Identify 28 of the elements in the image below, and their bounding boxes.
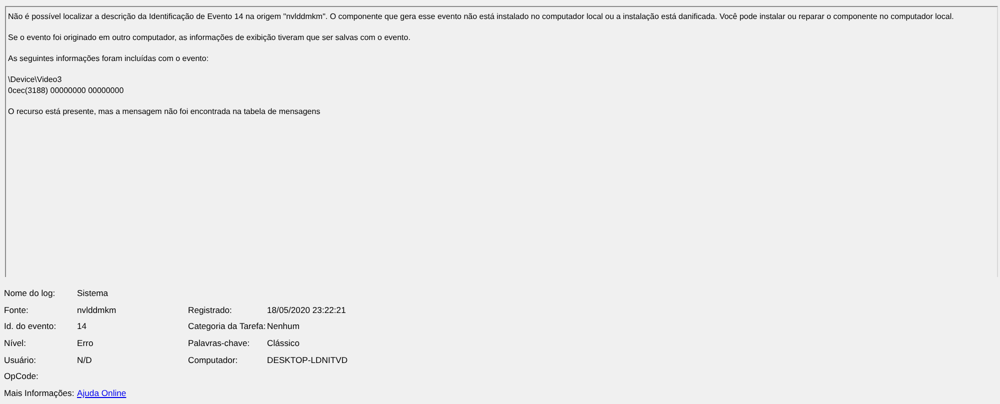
field-label: Categoria da Tarefa: <box>188 321 267 332</box>
field-value: Erro <box>77 338 94 348</box>
description-text: 0cec(3188) 00000000 00000000 <box>8 86 124 96</box>
field-label: Registrado: <box>188 304 233 315</box>
field-value: nvlddmkm <box>77 304 118 315</box>
description-text: Se o evento foi originado em outro computador, as informações de exibição tiveram que ser salvas com o evento. <box>8 33 410 44</box>
description-text: Não é possível localizar a descrição da Identificação de Evento 14 na origem "nvlddmkm". O componente que gera esse evento não está instalado no computador local ou a instalação está danificada. Você pode instalar ou reparar o componente no computador local. <box>8 12 954 22</box>
description-text: \Device\Video3 <box>8 75 62 86</box>
field-label: Fonte: <box>4 304 30 315</box>
field-value: 18/05/2020 23:22:21 <box>267 304 346 315</box>
field-label: Nível: <box>4 338 27 348</box>
field-label: Palavras-chave: <box>188 338 251 348</box>
field-value: N/D <box>77 354 93 365</box>
field-label: Mais Informações: <box>4 388 76 398</box>
field-value: DESKTOP-LDNITVD <box>267 354 348 365</box>
online-help-link[interactable]: Ajuda Online <box>77 388 126 398</box>
description-text: O recurso está presente, mas a mensagem não foi encontrada na tabela de mensagens <box>8 106 320 117</box>
field-value: Nenhum <box>267 321 300 332</box>
field-label: Nome do log: <box>4 288 56 298</box>
field-value: Sistema <box>77 288 110 298</box>
field-value: Clássico <box>267 338 300 348</box>
field-label: Id. do evento: <box>4 321 58 332</box>
field-label: Usuário: <box>4 354 37 365</box>
description-text: As seguintes informações foram incluídas com o evento: <box>8 54 209 64</box>
field-label: Computador: <box>188 354 239 365</box>
field-label: OpCode: <box>4 371 40 382</box>
field-value: 14 <box>77 321 88 332</box>
description-box[interactable] <box>5 6 998 277</box>
